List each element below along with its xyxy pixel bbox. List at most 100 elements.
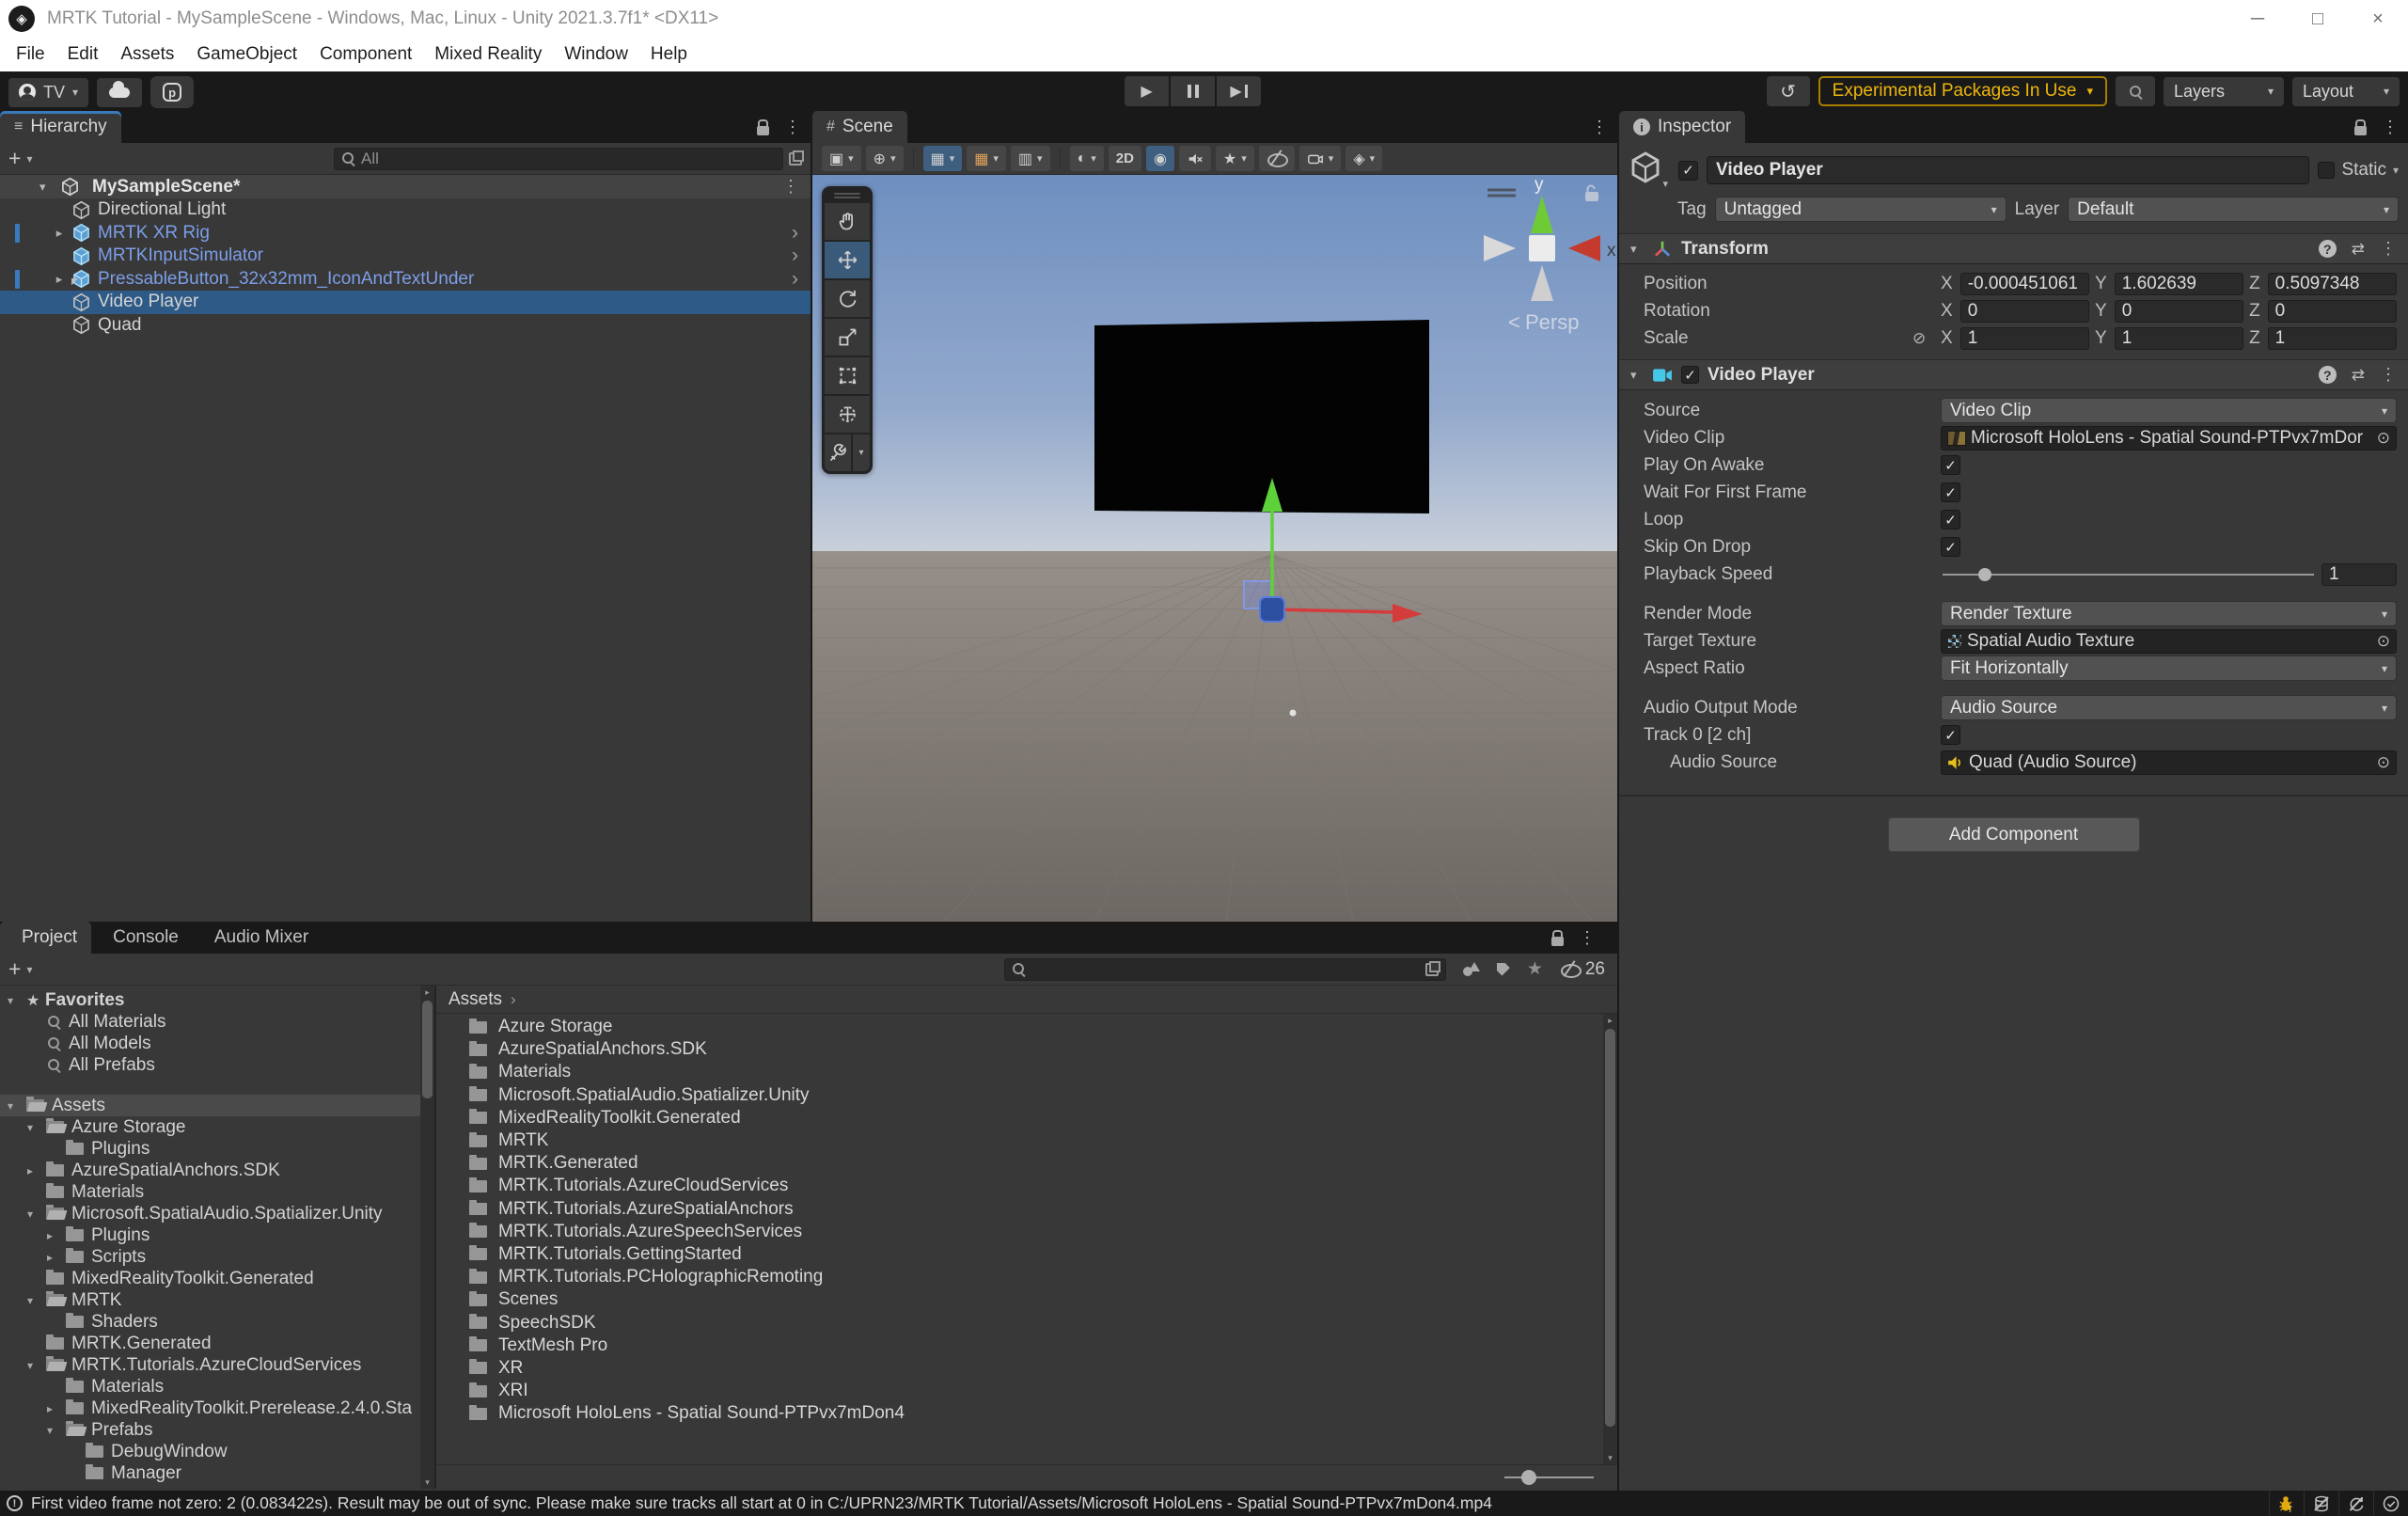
folder-tree-item[interactable]: Materials [0,1376,434,1398]
asset-list-item[interactable]: MRTK.Tutorials.AzureSpeechServices [436,1221,1603,1243]
auto-refresh-icon[interactable] [2338,1491,2373,1516]
expand-arrow-icon[interactable]: ▸ [47,1402,66,1415]
target-texture-object-field[interactable]: Spatial Audio Texture ⊙ [1941,629,2397,654]
asset-list-item[interactable]: TextMesh Pro [436,1334,1603,1357]
playback-speed-slider[interactable] [1941,562,2316,587]
menu-item[interactable]: Help [639,38,699,71]
property-checkbox[interactable]: ✓ [1941,455,1960,475]
search-button[interactable] [2116,76,2155,106]
x-value-field[interactable]: 0 [1960,300,2089,323]
grid-visibility-button[interactable]: ▦▾ [923,146,963,171]
static-checkbox[interactable] [2318,162,2335,179]
chevron-down-icon[interactable]: ▾ [26,963,32,976]
view-tool-button[interactable] [825,203,870,240]
folder-tree-item[interactable]: MRTK.Generated [0,1333,434,1354]
link-broken-icon[interactable]: ⊘ [1912,329,1941,348]
folder-tree-item[interactable]: ▸ AzureSpatialAnchors.SDK [0,1160,434,1181]
transform-component-header[interactable]: ▾ Transform ? ⇄ ⋮ [1619,233,2408,264]
source-dropdown[interactable]: Video Clip ▾ [1941,398,2397,423]
rect-tool-button[interactable] [825,357,870,394]
help-icon[interactable]: ? [2319,366,2337,384]
hierarchy-item[interactable]: ▸ MRTK XR Rig › [0,222,811,245]
create-asset-button[interactable]: + [8,958,21,980]
folder-tree-item[interactable]: ▸ Scripts [0,1246,434,1268]
close-button[interactable]: × [2348,0,2408,38]
z-value-field[interactable]: 0 [2268,300,2397,323]
z-value-field[interactable]: 1 [2268,327,2397,350]
scale-tool-button[interactable] [825,319,870,355]
property-checkbox[interactable]: ✓ [1941,537,1960,557]
folder-tree-item[interactable]: ▸ MixedRealityToolkit.Prerelease.2.4.0.S… [0,1398,434,1419]
favorite-search-item[interactable]: All Materials [0,1011,434,1033]
project-search-input[interactable] [1031,960,1420,979]
add-component-button[interactable]: Add Component [1888,817,2140,852]
tab-scene[interactable]: # Scene [812,111,907,143]
asset-list-item[interactable]: MRTK.Tutorials.PCHolographicRemoting [436,1266,1603,1288]
asset-list-item[interactable]: MRTK.Tutorials.AzureCloudServices [436,1175,1603,1197]
asset-list-item[interactable]: XRI [436,1380,1603,1402]
expand-arrow-icon[interactable]: ▸ [47,272,71,287]
maximize-button[interactable]: □ [2288,0,2348,38]
static-toggle[interactable]: Static ▾ [2318,160,2399,181]
progress-ok-icon[interactable] [2373,1491,2408,1516]
effects-dropdown[interactable]: ★▾ [1216,146,1254,171]
component-enabled-checkbox[interactable]: ✓ [1681,366,1699,384]
slider-handle[interactable] [1521,1470,1536,1485]
version-control-button[interactable]: p [150,76,194,108]
custom-tool-dropdown[interactable]: ▾ [853,434,870,471]
z-axis-handle[interactable] [1260,597,1284,622]
persp-label[interactable]: Persp [1525,310,1579,334]
folder-tree-item[interactable]: ▾ Azure Storage [0,1116,434,1138]
asset-list-item[interactable]: XR [436,1357,1603,1380]
menu-item[interactable]: Mixed Reality [423,38,553,71]
search-window-icon[interactable] [789,152,802,166]
folder-tree-item[interactable]: Plugins [0,1138,434,1160]
audio-output-mode-dropdown[interactable]: Audio Source ▾ [1941,695,2397,720]
asset-list-item[interactable]: SpeechSDK [436,1311,1603,1334]
slider-handle[interactable] [1978,568,1991,581]
debugger-bug-icon[interactable]: ! [2269,1491,2304,1516]
breadcrumb-label[interactable]: Assets [449,989,502,1010]
account-dropdown[interactable]: TV ▾ [8,78,88,107]
asset-list-item[interactable]: Microsoft HoloLens - Spatial Sound-PTPvx… [436,1402,1603,1425]
asset-list-item[interactable]: MRTK [436,1129,1603,1152]
name-input[interactable] [1716,160,2300,181]
hierarchy-item[interactable]: ▸ PressableButton_32x32mm_IconAndTextUnd… [0,268,811,292]
favorites-star-icon[interactable]: ★ [1527,958,1543,980]
expand-arrow-icon[interactable]: ▸ [47,226,71,241]
kebab-menu-icon[interactable]: ⋮ [2380,365,2397,385]
add-object-button[interactable]: + [8,148,21,169]
folder-tree-item[interactable]: MixedRealityToolkit.Generated [0,1268,434,1289]
expand-arrow-icon[interactable]: ▾ [8,994,26,1007]
tag-dropdown[interactable]: Untagged ▾ [1715,197,2007,222]
layout-dropdown[interactable]: Layout ▾ [2292,77,2400,106]
foldout-arrow-icon[interactable]: ▾ [1630,368,1644,383]
presets-icon[interactable]: ⇄ [2352,366,2365,385]
step-button[interactable]: ▶ [1217,76,1261,106]
scroll-down-arrow[interactable]: ▾ [420,1476,434,1489]
x-value-field[interactable]: -0.000451061 [1960,273,2089,295]
tab-hierarchy[interactable]: ≡ Hierarchy [0,111,121,143]
y-value-field[interactable]: 1.602639 [2115,273,2243,295]
project-search[interactable] [1004,958,1446,981]
cache-server-icon[interactable] [2304,1491,2338,1516]
2d-view-button[interactable]: 2D [1109,146,1141,171]
status-message[interactable]: First video frame not zero: 2 (0.083422s… [31,1493,1492,1513]
kebab-menu-icon[interactable]: ⋮ [784,118,801,137]
folder-tree-item[interactable]: ▾ Microsoft.SpatialAudio.Spatializer.Uni… [0,1203,434,1224]
lock-icon[interactable] [2354,126,2367,135]
expand-arrow-icon[interactable]: ▸ [27,1164,46,1177]
gameobject-name-field[interactable] [1707,156,2309,184]
layer-dropdown[interactable]: Default ▾ [2068,197,2399,222]
audio-source-object-field[interactable]: Quad (Audio Source) ⊙ [1941,750,2397,775]
scene-lighting-button[interactable]: ◉ [1146,146,1174,171]
play-button[interactable]: ▶ [1125,76,1169,106]
asset-list-item[interactable]: Scenes [436,1288,1603,1311]
track-checkbox[interactable]: ✓ [1941,725,1960,745]
undo-history-button[interactable]: ↺ [1767,76,1810,106]
lock-icon[interactable] [1551,937,1564,946]
folder-tree-item[interactable]: Shaders [0,1311,434,1333]
scroll-up-arrow[interactable]: ▸ [420,986,434,999]
menu-item[interactable]: Assets [109,38,185,71]
menu-item[interactable]: Window [553,38,639,71]
